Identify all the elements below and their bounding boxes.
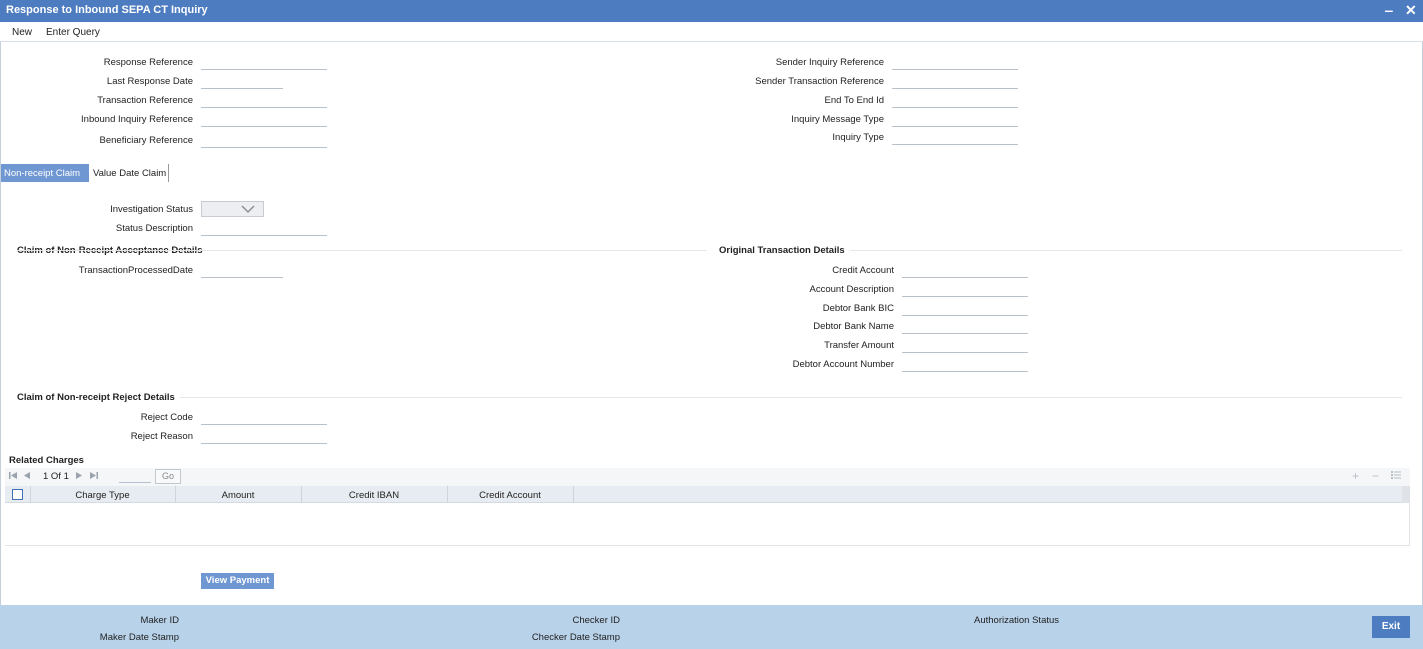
sender-transaction-reference-field[interactable] xyxy=(892,77,1018,89)
sender-inquiry-reference-label: Sender Inquiry Reference xyxy=(775,57,884,68)
column-credit-iban[interactable]: Credit IBAN xyxy=(301,490,447,501)
column-separator xyxy=(573,486,574,503)
reject-reason-label: Reject Reason xyxy=(130,431,193,442)
last-response-date-field[interactable] xyxy=(201,77,283,89)
select-all-checkbox[interactable] xyxy=(12,489,23,500)
next-page-icon[interactable] xyxy=(75,471,83,482)
delete-row-icon[interactable]: − xyxy=(1372,469,1379,483)
inbound-inquiry-reference-field[interactable] xyxy=(201,115,327,127)
inquiry-message-type-label: Inquiry Message Type xyxy=(791,114,884,125)
debtor-account-number-label: Debtor Account Number xyxy=(792,359,894,370)
column-amount[interactable]: Amount xyxy=(175,490,301,501)
chevron-down-icon xyxy=(241,203,255,218)
debtor-bank-bic-field[interactable] xyxy=(902,304,1028,316)
inquiry-type-label: Inquiry Type xyxy=(832,132,884,143)
status-description-field[interactable] xyxy=(201,224,327,236)
column-credit-account[interactable]: Credit Account xyxy=(447,490,573,501)
investigation-status-label: Investigation Status xyxy=(110,204,193,215)
inquiry-message-type-field[interactable] xyxy=(892,115,1018,127)
authorization-status-label: Authorization Status xyxy=(974,615,1060,626)
sender-transaction-reference-label: Sender Transaction Reference xyxy=(755,76,884,87)
reject-section-rule xyxy=(180,397,1402,398)
window-title-bar: Response to Inbound SEPA CT Inquiry ‒ ✕ xyxy=(0,0,1423,22)
reject-code-label: Reject Code xyxy=(140,412,193,423)
add-row-icon[interactable]: + xyxy=(1352,469,1359,483)
end-to-end-id-label: End To End Id xyxy=(824,95,884,106)
page-number-input[interactable] xyxy=(119,470,151,483)
exit-button[interactable]: Exit xyxy=(1372,616,1410,638)
close-icon[interactable]: ✕ xyxy=(1405,2,1417,19)
beneficiary-reference-field[interactable] xyxy=(201,136,327,148)
tab-non-receipt-claim[interactable]: Non-receipt Claim xyxy=(1,164,89,182)
debtor-account-number-field[interactable] xyxy=(902,360,1028,372)
original-section-rule xyxy=(850,250,1402,251)
tab-value-date-claim[interactable]: Value Date Claim xyxy=(91,164,170,182)
window-title: Response to Inbound SEPA CT Inquiry xyxy=(6,4,208,16)
response-reference-field[interactable] xyxy=(201,58,327,70)
audit-footer: Maker ID Maker Date Stamp Checker ID Che… xyxy=(0,605,1423,649)
frame-border-left xyxy=(0,42,1,649)
related-charges-pager: 1 Of 1 Go + − xyxy=(5,468,1410,486)
debtor-bank-name-label: Debtor Bank Name xyxy=(813,321,894,332)
investigation-status-select[interactable] xyxy=(201,201,264,217)
end-to-end-id-field[interactable] xyxy=(892,96,1018,108)
debtor-bank-name-field[interactable] xyxy=(902,322,1028,334)
view-payment-button[interactable]: View Payment xyxy=(201,573,274,589)
last-response-date-label: Last Response Date xyxy=(106,76,193,87)
menu-enter-query[interactable]: Enter Query xyxy=(46,27,100,38)
transfer-amount-label: Transfer Amount xyxy=(824,340,894,351)
page-indicator: 1 Of 1 xyxy=(43,471,69,482)
original-transaction-section-title: Original Transaction Details xyxy=(719,245,845,256)
account-description-label: Account Description xyxy=(809,284,894,295)
maker-date-stamp-label: Maker Date Stamp xyxy=(99,632,179,643)
transaction-processed-date-label: TransactionProcessedDate xyxy=(78,265,193,276)
first-page-icon[interactable] xyxy=(9,471,18,482)
column-charge-type[interactable]: Charge Type xyxy=(30,490,175,501)
related-charges-title: Related Charges xyxy=(9,455,84,466)
beneficiary-reference-label: Beneficiary Reference xyxy=(99,135,193,146)
account-description-field[interactable] xyxy=(902,285,1028,297)
reject-reason-field[interactable] xyxy=(201,432,327,444)
related-charges-grid-body xyxy=(5,503,1410,546)
reject-code-field[interactable] xyxy=(201,413,327,425)
grid-scrollbar[interactable] xyxy=(1402,486,1410,503)
menu-bar: New Enter Query xyxy=(0,22,1423,42)
transaction-reference-field[interactable] xyxy=(201,96,327,108)
sender-inquiry-reference-field[interactable] xyxy=(892,58,1018,70)
maker-id-label: Maker ID xyxy=(140,615,179,626)
credit-account-field[interactable] xyxy=(902,266,1028,278)
last-page-icon[interactable] xyxy=(89,471,98,482)
transaction-processed-date-field[interactable] xyxy=(201,266,283,278)
checker-date-stamp-label: Checker Date Stamp xyxy=(531,632,620,643)
inbound-inquiry-reference-label: Inbound Inquiry Reference xyxy=(81,114,193,125)
acceptance-section-rule xyxy=(17,250,707,251)
checker-id-label: Checker ID xyxy=(572,615,620,626)
minimize-icon[interactable]: ‒ xyxy=(1385,2,1393,18)
related-charges-grid-header: Charge Type Amount Credit IBAN Credit Ac… xyxy=(5,486,1402,503)
status-description-label: Status Description xyxy=(115,223,193,234)
go-button[interactable]: Go xyxy=(155,469,181,484)
reject-section-title: Claim of Non-receipt Reject Details xyxy=(17,392,175,403)
inquiry-type-field[interactable] xyxy=(892,133,1018,145)
list-view-icon[interactable] xyxy=(1391,469,1401,483)
previous-page-icon[interactable] xyxy=(23,471,31,482)
menu-new[interactable]: New xyxy=(12,27,32,38)
debtor-bank-bic-label: Debtor Bank BIC xyxy=(822,303,894,314)
transaction-reference-label: Transaction Reference xyxy=(97,95,193,106)
transfer-amount-field[interactable] xyxy=(902,341,1028,353)
response-reference-label: Response Reference xyxy=(103,57,193,68)
credit-account-label: Credit Account xyxy=(832,265,894,276)
